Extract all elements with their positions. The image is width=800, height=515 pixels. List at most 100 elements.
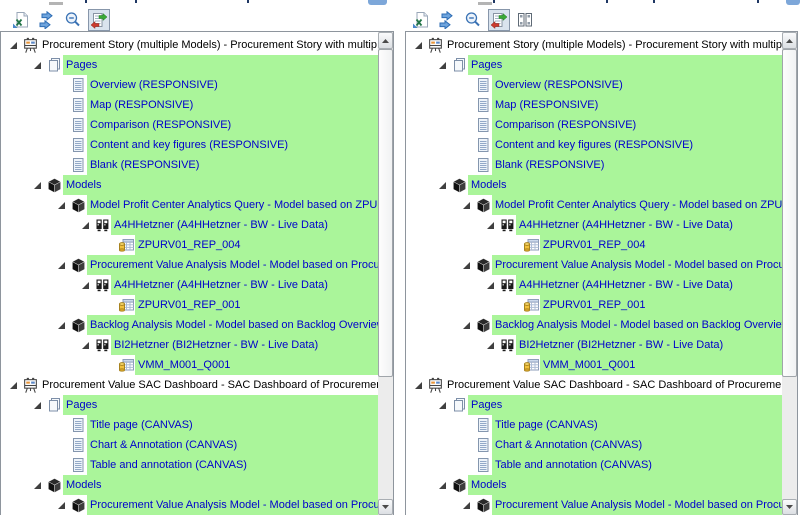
tree-row[interactable]: Content and key figures (RESPONSIVE) — [1, 135, 378, 155]
tree-row[interactable]: Procurement Value Analysis Model - Model… — [406, 255, 782, 275]
scroll-down-button[interactable] — [378, 499, 393, 515]
expander-icon[interactable] — [438, 61, 450, 70]
tree-row[interactable]: VMM_M001_Q001 — [1, 355, 378, 375]
export-excel-button[interactable] — [410, 9, 432, 31]
tree-row[interactable]: Pages — [1, 55, 378, 75]
expander-icon[interactable] — [9, 41, 21, 50]
tree-row[interactable]: Pages — [406, 55, 782, 75]
tree-row[interactable]: BI2Hetzner (BI2Hetzner - BW - Live Data) — [1, 335, 378, 355]
tree-row[interactable]: Title page (CANVAS) — [406, 415, 782, 435]
expander-icon[interactable] — [462, 501, 474, 510]
tree-row[interactable]: Models — [406, 475, 782, 495]
tree-row[interactable]: Map (RESPONSIVE) — [1, 95, 378, 115]
tree-row[interactable]: Map (RESPONSIVE) — [406, 95, 782, 115]
tree-row[interactable]: A4HHetzner (A4HHetzner - BW - Live Data) — [1, 275, 378, 295]
vertical-scrollbar[interactable] — [378, 32, 393, 515]
tree-row[interactable]: Overview (RESPONSIVE) — [1, 75, 378, 95]
expander-icon[interactable] — [486, 221, 498, 230]
tree-row[interactable]: A4HHetzner (A4HHetzner - BW - Live Data) — [1, 215, 378, 235]
tree-row[interactable]: Models — [406, 175, 782, 195]
expander-icon[interactable] — [462, 201, 474, 210]
expander-icon[interactable] — [57, 321, 69, 330]
tree-row[interactable]: A4HHetzner (A4HHetzner - BW - Live Data) — [406, 275, 782, 295]
expander-icon[interactable] — [57, 501, 69, 510]
tree-row[interactable]: Models — [1, 175, 378, 195]
scrollbar-thumb[interactable] — [782, 49, 797, 377]
tree-row[interactable]: ZPURV01_REP_001 — [406, 295, 782, 315]
compare-arrows-button[interactable] — [436, 9, 458, 31]
expander-icon[interactable] — [33, 61, 45, 70]
expander-icon[interactable] — [81, 281, 93, 290]
page-icon — [474, 77, 492, 93]
vertical-scrollbar[interactable] — [782, 32, 797, 515]
tree-row[interactable]: Comparison (RESPONSIVE) — [406, 115, 782, 135]
expander-icon[interactable] — [81, 221, 93, 230]
expander-icon[interactable] — [81, 341, 93, 350]
tree-row[interactable]: Model Profit Center Analytics Query - Mo… — [1, 195, 378, 215]
arrow-up-icon — [785, 37, 794, 45]
indent-spacer — [406, 375, 414, 395]
expander-icon[interactable] — [462, 321, 474, 330]
tree-row[interactable]: Backlog Analysis Model - Model based on … — [406, 315, 782, 335]
tree-row[interactable]: Table and annotation (CANVAS) — [406, 455, 782, 475]
tree-row[interactable]: Content and key figures (RESPONSIVE) — [406, 135, 782, 155]
expander-icon[interactable] — [33, 481, 45, 490]
tree-row[interactable]: Procurement Value Analysis Model - Model… — [1, 255, 378, 275]
show-differences-button[interactable] — [488, 9, 510, 31]
expander-icon[interactable] — [33, 181, 45, 190]
tree-row[interactable]: Comparison (RESPONSIVE) — [1, 115, 378, 135]
tree-row[interactable]: Overview (RESPONSIVE) — [406, 75, 782, 95]
zoom-out-button[interactable] — [62, 9, 84, 31]
query-icon — [117, 357, 135, 373]
expander-icon[interactable] — [33, 401, 45, 410]
expander-icon[interactable] — [414, 381, 426, 390]
tree-row[interactable]: Blank (RESPONSIVE) — [406, 155, 782, 175]
tree-row[interactable]: Procurement Story (multiple Models) - Pr… — [406, 35, 782, 55]
tree-row[interactable]: Pages — [1, 395, 378, 415]
scroll-down-button[interactable] — [782, 499, 797, 515]
tree-row[interactable]: Title page (CANVAS) — [1, 415, 378, 435]
scroll-up-button[interactable] — [378, 32, 393, 49]
tree-row[interactable]: Pages — [406, 395, 782, 415]
tree-row[interactable]: Procurement Value Analysis Model - Model… — [406, 495, 782, 515]
page-icon — [69, 437, 87, 453]
page-icon — [69, 457, 87, 473]
tree-row[interactable]: ZPURV01_REP_001 — [1, 295, 378, 315]
expander-icon[interactable] — [486, 341, 498, 350]
tree-row[interactable]: ZPURV01_REP_004 — [1, 235, 378, 255]
tree-row[interactable]: ZPURV01_REP_004 — [406, 235, 782, 255]
expander-icon[interactable] — [414, 41, 426, 50]
tree-row[interactable]: Chart & Annotation (CANVAS) — [1, 435, 378, 455]
scrollbar-thumb[interactable] — [378, 49, 393, 377]
indent-spacer — [1, 155, 57, 175]
expander-icon[interactable] — [9, 381, 21, 390]
expander-icon[interactable] — [57, 201, 69, 210]
tree-row[interactable]: Procurement Value SAC Dashboard - SAC Da… — [1, 375, 378, 395]
tree-row[interactable]: VMM_M001_Q001 — [406, 355, 782, 375]
compare-arrows-button[interactable] — [36, 9, 58, 31]
tree-row[interactable]: Procurement Story (multiple Models) - Pr… — [1, 35, 378, 55]
expander-icon[interactable] — [438, 401, 450, 410]
scroll-up-button[interactable] — [782, 32, 797, 49]
export-excel-button[interactable] — [10, 9, 32, 31]
split-view-button[interactable] — [514, 9, 536, 31]
show-differences-button[interactable] — [88, 9, 110, 31]
tree-row[interactable]: Blank (RESPONSIVE) — [1, 155, 378, 175]
tree-row[interactable]: Models — [1, 475, 378, 495]
zoom-out-button[interactable] — [462, 9, 484, 31]
expander-icon[interactable] — [462, 261, 474, 270]
expander-icon[interactable] — [486, 281, 498, 290]
indent-spacer — [406, 155, 462, 175]
expander-icon[interactable] — [438, 481, 450, 490]
tree-row[interactable]: BI2Hetzner (BI2Hetzner - BW - Live Data) — [406, 335, 782, 355]
expander-icon[interactable] — [57, 261, 69, 270]
tree-row[interactable]: Backlog Analysis Model - Model based on … — [1, 315, 378, 335]
page-icon — [474, 97, 492, 113]
tree-row[interactable]: Chart & Annotation (CANVAS) — [406, 435, 782, 455]
tree-row[interactable]: Table and annotation (CANVAS) — [1, 455, 378, 475]
expander-icon[interactable] — [438, 181, 450, 190]
tree-row[interactable]: A4HHetzner (A4HHetzner - BW - Live Data) — [406, 215, 782, 235]
tree-row[interactable]: Model Profit Center Analytics Query - Mo… — [406, 195, 782, 215]
tree-row[interactable]: Procurement Value Analysis Model - Model… — [1, 495, 378, 515]
tree-row[interactable]: Procurement Value SAC Dashboard - SAC Da… — [406, 375, 782, 395]
